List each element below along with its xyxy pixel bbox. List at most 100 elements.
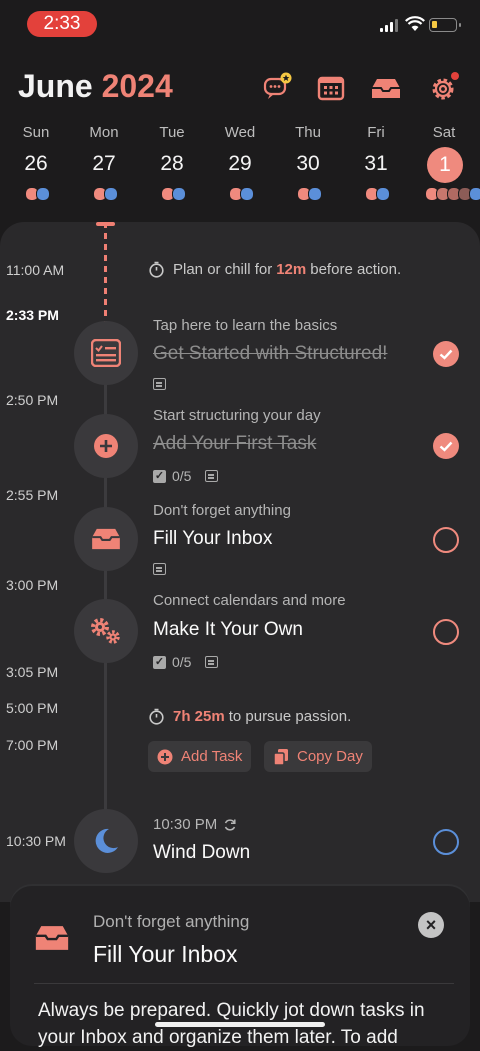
subtask-count: 0/5 xyxy=(172,654,192,670)
weekday-wed: Wed xyxy=(224,124,256,141)
time-label: 11:00 AM xyxy=(6,262,65,278)
task-subtitle-row: 10:30 PM xyxy=(153,816,237,833)
copy-day-button[interactable]: Copy Day xyxy=(264,741,372,772)
task-icon-node[interactable] xyxy=(74,321,138,385)
moon-icon xyxy=(95,828,118,853)
task-subtitle: Tap here to learn the basics xyxy=(153,317,338,334)
task-icon-node[interactable] xyxy=(74,507,138,571)
year-label: 2024 xyxy=(101,68,173,104)
date-29[interactable]: 29 xyxy=(210,152,270,176)
task-icon-node[interactable] xyxy=(74,414,138,478)
date-selected[interactable]: 1 xyxy=(427,147,463,183)
time-label: 10:30 PM xyxy=(6,833,66,849)
repeat-icon xyxy=(225,818,236,831)
timer-icon xyxy=(149,708,164,725)
day-event-dots xyxy=(25,187,50,201)
task-complete-toggle[interactable] xyxy=(433,527,459,553)
add-task-label: Add Task xyxy=(181,748,243,765)
month-label: June xyxy=(18,68,93,104)
task-title[interactable]: Get Started with Structured! xyxy=(153,343,387,365)
weekday-sat: Sat xyxy=(432,124,456,141)
time-label: 2:50 PM xyxy=(6,392,59,408)
weekday-tue: Tue xyxy=(159,124,185,141)
task-subtitle: Start structuring your day xyxy=(153,407,321,424)
note-icon xyxy=(205,656,219,668)
day-event-dots xyxy=(93,187,118,201)
note-icon xyxy=(153,563,166,575)
task-title[interactable]: Add Your First Task xyxy=(153,433,316,455)
task-complete-toggle[interactable] xyxy=(433,619,459,645)
time-label: 2:55 PM xyxy=(6,487,59,503)
weekday-sun: Sun xyxy=(22,124,50,141)
time-label: 7:00 PM xyxy=(6,737,59,753)
task-complete-toggle[interactable] xyxy=(433,829,459,855)
free-time-duration: 12m xyxy=(276,261,307,278)
inbox-icon xyxy=(92,528,120,550)
add-task-button[interactable]: Add Task xyxy=(148,741,252,772)
subtask-count: 0/5 xyxy=(172,468,192,484)
free-time-note: Plan or chill for 12m before action. xyxy=(148,261,401,278)
status-time: 2:33 xyxy=(27,11,97,37)
sheet-title: Fill Your Inbox xyxy=(93,941,238,967)
inbox-icon xyxy=(35,926,69,950)
time-label: 5:00 PM xyxy=(6,700,59,716)
date-30[interactable]: 30 xyxy=(278,152,338,176)
free-time-duration: 7h 25m xyxy=(173,708,225,725)
checklist-icon xyxy=(91,339,121,367)
task-meta: ✓ 0/5 xyxy=(153,468,219,484)
free-time-prefix: Plan or chill for xyxy=(173,261,273,278)
task-title[interactable]: Fill Your Inbox xyxy=(153,528,272,550)
copy-icon xyxy=(273,748,288,766)
add-circle-icon xyxy=(157,749,173,764)
task-title[interactable]: Make It Your Own xyxy=(153,619,303,641)
task-subtitle: 10:30 PM xyxy=(153,816,218,833)
battery-icon xyxy=(429,18,461,32)
cellular-signal-icon xyxy=(380,18,402,32)
page-title[interactable]: June 2024 xyxy=(18,68,173,105)
task-complete-check[interactable] xyxy=(433,341,459,367)
task-subtitle: Connect calendars and more xyxy=(153,592,346,609)
home-indicator xyxy=(155,1022,325,1027)
date-28[interactable]: 28 xyxy=(142,152,202,176)
task-subtitle: Don't forget anything xyxy=(153,502,291,519)
settings-icon[interactable] xyxy=(427,72,459,104)
date-27[interactable]: 27 xyxy=(74,152,134,176)
timer-icon xyxy=(149,261,164,278)
weekday-mon: Mon xyxy=(89,124,119,141)
note-icon xyxy=(153,378,166,390)
now-indicator-cap xyxy=(96,222,115,226)
task-complete-check[interactable] xyxy=(433,433,459,459)
task-icon-node[interactable] xyxy=(74,599,138,663)
free-time-suffix: before action. xyxy=(310,261,402,278)
copy-day-label: Copy Day xyxy=(297,748,363,765)
task-title[interactable]: Wind Down xyxy=(153,842,250,864)
free-time-suffix: to pursue passion. xyxy=(228,708,352,725)
task-meta xyxy=(153,561,166,577)
task-meta xyxy=(153,376,166,392)
day-event-dots xyxy=(229,187,254,201)
weekday-fri: Fri xyxy=(367,124,385,141)
chat-star-icon[interactable] xyxy=(262,72,294,104)
add-circle-icon xyxy=(94,434,118,458)
subtask-check-icon: ✓ xyxy=(153,655,166,669)
note-icon xyxy=(205,470,219,482)
weekday-thu: Thu xyxy=(295,124,321,141)
task-meta: ✓ 0/5 xyxy=(153,654,219,670)
task-icon-node[interactable] xyxy=(74,809,138,873)
calendar-icon[interactable] xyxy=(315,72,347,104)
day-event-dots xyxy=(161,187,186,201)
now-indicator-line xyxy=(104,222,107,322)
time-label: 3:05 PM xyxy=(6,664,59,680)
day-event-dots xyxy=(297,187,322,201)
gears-icon xyxy=(91,618,120,644)
date-26[interactable]: 26 xyxy=(6,152,66,176)
day-event-dots xyxy=(365,187,390,201)
sheet-divider xyxy=(34,983,454,984)
inbox-icon[interactable] xyxy=(370,72,402,104)
subtask-check-icon: ✓ xyxy=(153,469,166,483)
date-31[interactable]: 31 xyxy=(346,152,406,176)
sheet-subtitle: Don't forget anything xyxy=(93,912,250,931)
close-button[interactable]: × xyxy=(418,912,444,938)
free-time-note: 7h 25m to pursue passion. xyxy=(148,708,351,725)
time-label: 3:00 PM xyxy=(6,577,59,593)
